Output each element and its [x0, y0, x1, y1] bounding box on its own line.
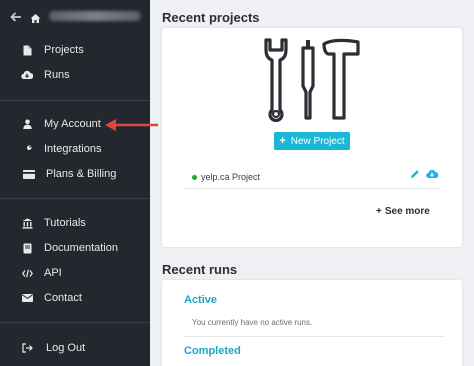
file-icon — [18, 45, 36, 56]
sidebar-item-projects[interactable]: Projects — [0, 39, 150, 61]
user-icon — [18, 119, 36, 129]
tools-icon — [264, 38, 360, 122]
plus-icon: + — [279, 135, 286, 147]
sidebar-divider — [0, 198, 150, 199]
sidebar-item-label: Documentation — [44, 242, 118, 254]
account-name-blurred — [49, 11, 141, 21]
sidebar-item-plans-billing[interactable]: Plans & Billing — [0, 163, 150, 185]
sidebar-item-log-out[interactable]: Log Out — [0, 337, 150, 359]
envelope-icon — [18, 294, 36, 302]
plus-icon: + — [376, 206, 382, 217]
project-row[interactable]: yelp.ca Project — [192, 169, 442, 185]
back-arrow-icon[interactable] — [10, 10, 22, 22]
sidebar-item-api[interactable]: API — [0, 262, 150, 284]
sidebar-item-label: Runs — [44, 69, 70, 81]
sidebar-item-documentation[interactable]: Documentation — [0, 237, 150, 259]
sidebar-header — [0, 0, 150, 32]
sidebar-item-label: Projects — [44, 44, 84, 56]
sidebar-divider — [0, 100, 150, 101]
status-dot-icon — [192, 174, 197, 180]
sign-out-icon — [18, 343, 36, 353]
divider — [184, 188, 440, 189]
project-name[interactable]: yelp.ca Project — [201, 172, 260, 182]
see-more-link[interactable]: + See more — [376, 206, 430, 217]
sidebar-item-label: Log Out — [46, 342, 86, 354]
cloud-download-icon — [18, 70, 36, 80]
divider — [184, 336, 444, 337]
sidebar-item-label: Tutorials — [44, 217, 86, 229]
active-runs-label: Active — [184, 294, 218, 306]
recent-projects-card: + New Project yelp.ca Project + See more — [162, 28, 462, 247]
sidebar-item-contact[interactable]: Contact — [0, 287, 150, 309]
pencil-icon[interactable] — [410, 169, 420, 179]
bank-icon — [18, 218, 36, 229]
sidebar: Projects Runs My Account Integrations Pl… — [0, 0, 150, 366]
credit-card-icon — [20, 169, 38, 179]
sidebar-item-label: Integrations — [44, 143, 102, 155]
main-content: Recent projects + New Project yelp.ca Pr… — [150, 0, 474, 366]
wrench-icon — [18, 144, 36, 155]
sidebar-item-runs[interactable]: Runs — [0, 64, 150, 86]
sidebar-item-label: API — [44, 267, 62, 279]
sidebar-item-integrations[interactable]: Integrations — [0, 138, 150, 160]
active-runs-empty: You currently have no active runs. — [192, 318, 313, 327]
home-icon[interactable] — [30, 11, 41, 23]
see-more-label: See more — [384, 206, 430, 217]
recent-runs-title: Recent runs — [162, 262, 238, 277]
sidebar-item-label: Contact — [44, 292, 82, 304]
book-icon — [18, 243, 36, 254]
recent-projects-title: Recent projects — [162, 10, 260, 25]
sidebar-item-label: Plans & Billing — [46, 168, 117, 180]
sidebar-item-label: My Account — [44, 118, 101, 130]
sidebar-item-tutorials[interactable]: Tutorials — [0, 212, 150, 234]
new-project-button[interactable]: + New Project — [274, 132, 350, 150]
recent-runs-card: Active You currently have no active runs… — [162, 280, 462, 366]
code-icon — [18, 269, 36, 278]
cloud-download-icon[interactable] — [426, 169, 438, 179]
new-project-label: New Project — [290, 135, 345, 147]
sidebar-divider — [0, 322, 150, 323]
completed-runs-label: Completed — [184, 345, 241, 357]
